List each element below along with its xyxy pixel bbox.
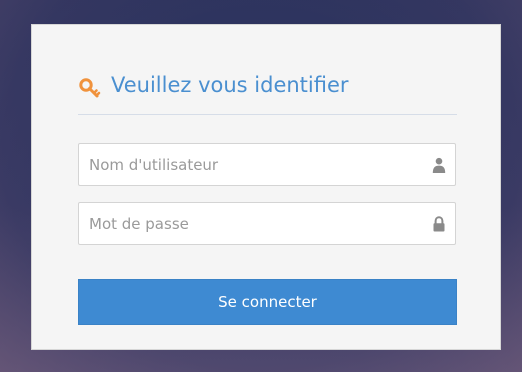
lock-icon (433, 216, 445, 232)
panel-title: Veuillez vous identifier (111, 73, 349, 97)
username-field[interactable] (78, 143, 456, 186)
password-field[interactable] (78, 202, 456, 245)
login-panel: Veuillez vous identifier Se connecter (31, 24, 501, 350)
username-input[interactable] (79, 144, 455, 185)
password-input[interactable] (79, 203, 455, 244)
user-icon (432, 157, 446, 173)
login-button[interactable]: Se connecter (78, 279, 457, 325)
panel-heading: Veuillez vous identifier (78, 73, 457, 115)
key-icon (79, 78, 101, 98)
